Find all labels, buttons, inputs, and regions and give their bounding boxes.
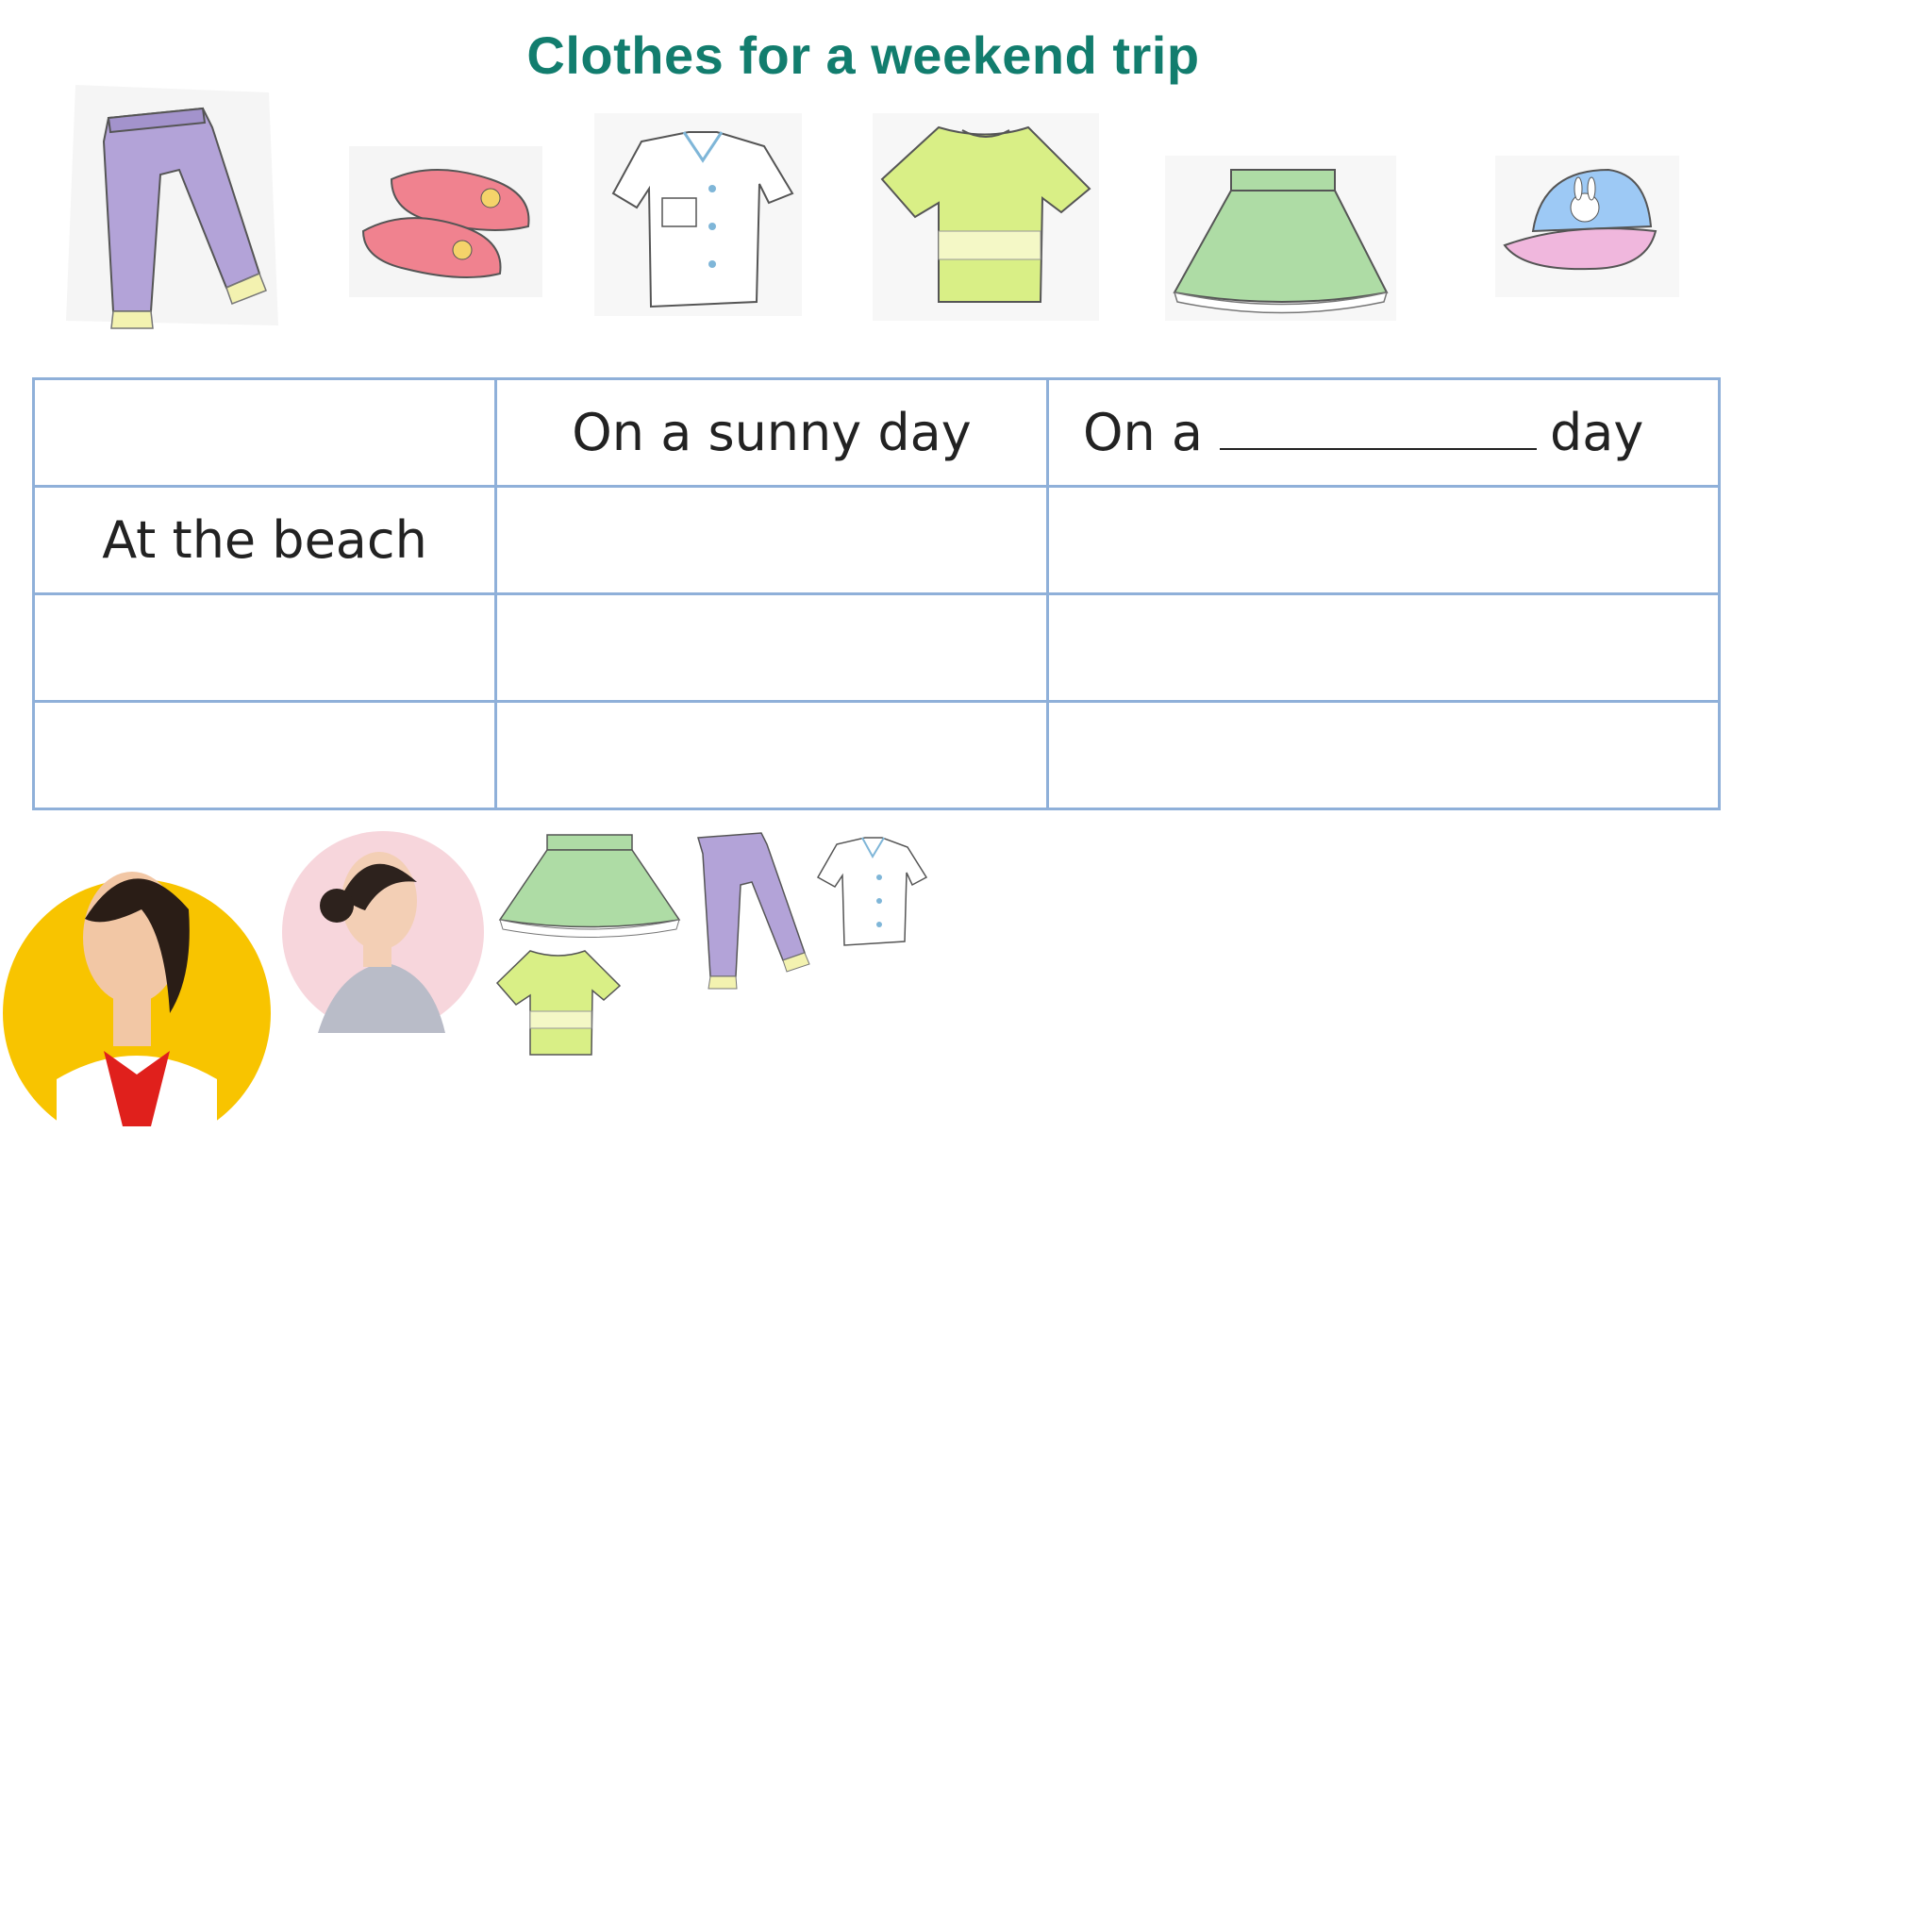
green-skirt-icon [495, 830, 684, 943]
header-blank-day: On a day [1046, 377, 1721, 488]
table-cell[interactable] [494, 700, 1049, 810]
bunny-cap-icon [1495, 156, 1679, 297]
purple-trousers-icon [66, 85, 283, 330]
table-cell[interactable] [494, 485, 1049, 595]
table-header-row: On a sunny day On a day [32, 377, 1721, 488]
white-shirt-icon [808, 830, 931, 948]
table-row [32, 700, 1721, 810]
header-blank-prefix: On a [1083, 403, 1203, 462]
clothes-table: On a sunny day On a day At the beach [32, 377, 1721, 810]
bottom-images [0, 811, 943, 1151]
pink-shoes-icon [349, 142, 542, 302]
green-tshirt-icon [873, 113, 1099, 321]
fill-in-blank[interactable] [1219, 448, 1537, 450]
row-label[interactable] [32, 592, 497, 703]
header-blank-suffix: day [1549, 403, 1644, 462]
clothing-images-row [0, 0, 1932, 340]
table-cell[interactable] [1046, 700, 1721, 810]
row-label[interactable] [32, 700, 497, 810]
table-row: At the beach [32, 485, 1721, 595]
white-shirt-icon [594, 113, 802, 316]
girl-student-photo [0, 824, 274, 1150]
table-row [32, 592, 1721, 703]
table-cell[interactable] [1046, 592, 1721, 703]
table-corner-cell [32, 377, 497, 488]
green-tshirt-icon [492, 943, 625, 1061]
header-sunny-day: On a sunny day [494, 377, 1049, 488]
row-label: At the beach [32, 485, 497, 595]
table-cell[interactable] [494, 592, 1049, 703]
woman-photo [280, 830, 486, 1033]
purple-trousers-icon [693, 830, 816, 991]
green-skirt-icon [1165, 156, 1396, 321]
table-cell[interactable] [1046, 485, 1721, 595]
